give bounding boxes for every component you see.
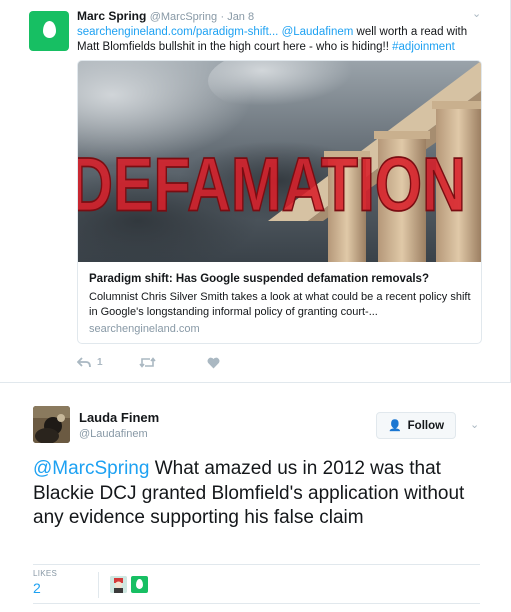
author-handle[interactable]: @Laudafinem [79,428,148,440]
courthouse-image: DEFAMATION [78,61,481,262]
egg-avatar-icon [136,579,143,589]
reply-icon [77,357,91,368]
author-name[interactable]: Marc Spring [77,9,146,23]
reply-button[interactable]: 1 [77,357,103,368]
tweet-actions: 1 [77,357,277,375]
divider [33,564,480,565]
chevron-down-icon[interactable]: ⌄ [470,418,479,431]
retweet-icon [139,357,156,368]
tweet-text: searchengineland.com/paradigm-shift... @… [77,25,487,55]
like-button[interactable] [207,357,220,369]
author-handle[interactable]: @MarcSpring [150,11,217,23]
link-card[interactable]: DEFAMATION Paradigm shift: Has Google su… [77,60,482,344]
likes-label: LIKES [33,569,58,578]
likes-count[interactable]: 2 [33,580,41,596]
follow-label: Follow [407,419,445,432]
divider [0,382,511,383]
card-description: Columnist Chris Silver Smith takes a loo… [89,291,471,318]
tweet-link[interactable]: searchengineland.com/paradigm-shift... [77,26,278,38]
overlay-text: DEFAMATION [78,142,466,227]
retweet-button[interactable] [139,357,156,368]
hashtag-link[interactable]: #adjoinment [392,41,455,53]
card-image[interactable]: DEFAMATION [78,61,481,262]
mention-link[interactable]: @MarcSpring [33,458,149,479]
tweet-text: @MarcSpring What amazed us in 2012 was t… [33,457,498,531]
author-name[interactable]: Lauda Finem [79,410,159,425]
add-user-icon: 👤 [387,420,402,432]
divider [33,603,480,604]
heart-icon [207,357,220,369]
liker-avatar[interactable] [110,576,127,593]
tweet-header: Marc Spring @MarcSpring · Jan 8 [77,9,254,23]
divider [98,572,99,598]
avatar[interactable] [29,11,69,51]
avatar[interactable] [33,406,70,443]
follow-button[interactable]: 👤 Follow [376,412,456,439]
reply-count: 1 [97,357,103,368]
tweet-time[interactable]: · Jan 8 [220,11,254,23]
liker-avatar[interactable] [131,576,148,593]
card-domain: searchengineland.com [89,323,200,335]
mention-link[interactable]: @Laudafinem [282,26,354,38]
egg-avatar-icon [43,21,56,38]
profile-photo [33,406,70,443]
liker-photo [110,576,127,593]
context-tweet[interactable]: Marc Spring @MarcSpring · Jan 8 ⌄ search… [0,0,511,382]
chevron-down-icon[interactable]: ⌄ [472,7,481,20]
card-title[interactable]: Paradigm shift: Has Google suspended def… [89,273,429,285]
